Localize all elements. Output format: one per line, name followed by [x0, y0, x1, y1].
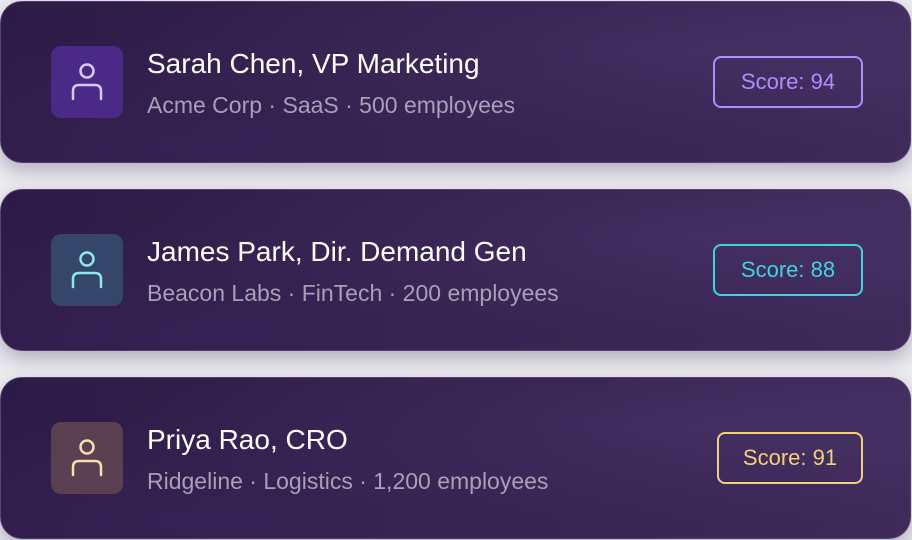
lead-details: Beacon Labs · FinTech · 200 employees [147, 280, 559, 306]
lead-name: Priya Rao, CRO [147, 424, 348, 455]
lead-card[interactable]: Sarah Chen, VP Marketing Acme Corp · Saa… [0, 1, 911, 163]
avatar [51, 422, 123, 494]
lead-card[interactable]: James Park, Dir. Demand Gen Beacon Labs … [0, 189, 911, 351]
person-icon [71, 63, 103, 101]
lead-name: Sarah Chen, VP Marketing [147, 48, 480, 79]
lead-name: James Park, Dir. Demand Gen [147, 236, 527, 267]
score-badge[interactable]: Score: 91 [717, 432, 863, 484]
person-icon [71, 251, 103, 289]
person-icon [71, 439, 103, 477]
avatar [51, 46, 123, 118]
score-badge[interactable]: Score: 88 [713, 244, 863, 296]
lead-details: Ridgeline · Logistics · 1,200 employees [147, 468, 549, 494]
lead-details: Acme Corp · SaaS · 500 employees [147, 92, 516, 118]
score-badge[interactable]: Score: 94 [713, 56, 863, 108]
avatar [51, 234, 123, 306]
lead-card[interactable]: Priya Rao, CRO Ridgeline · Logistics · 1… [0, 377, 911, 539]
